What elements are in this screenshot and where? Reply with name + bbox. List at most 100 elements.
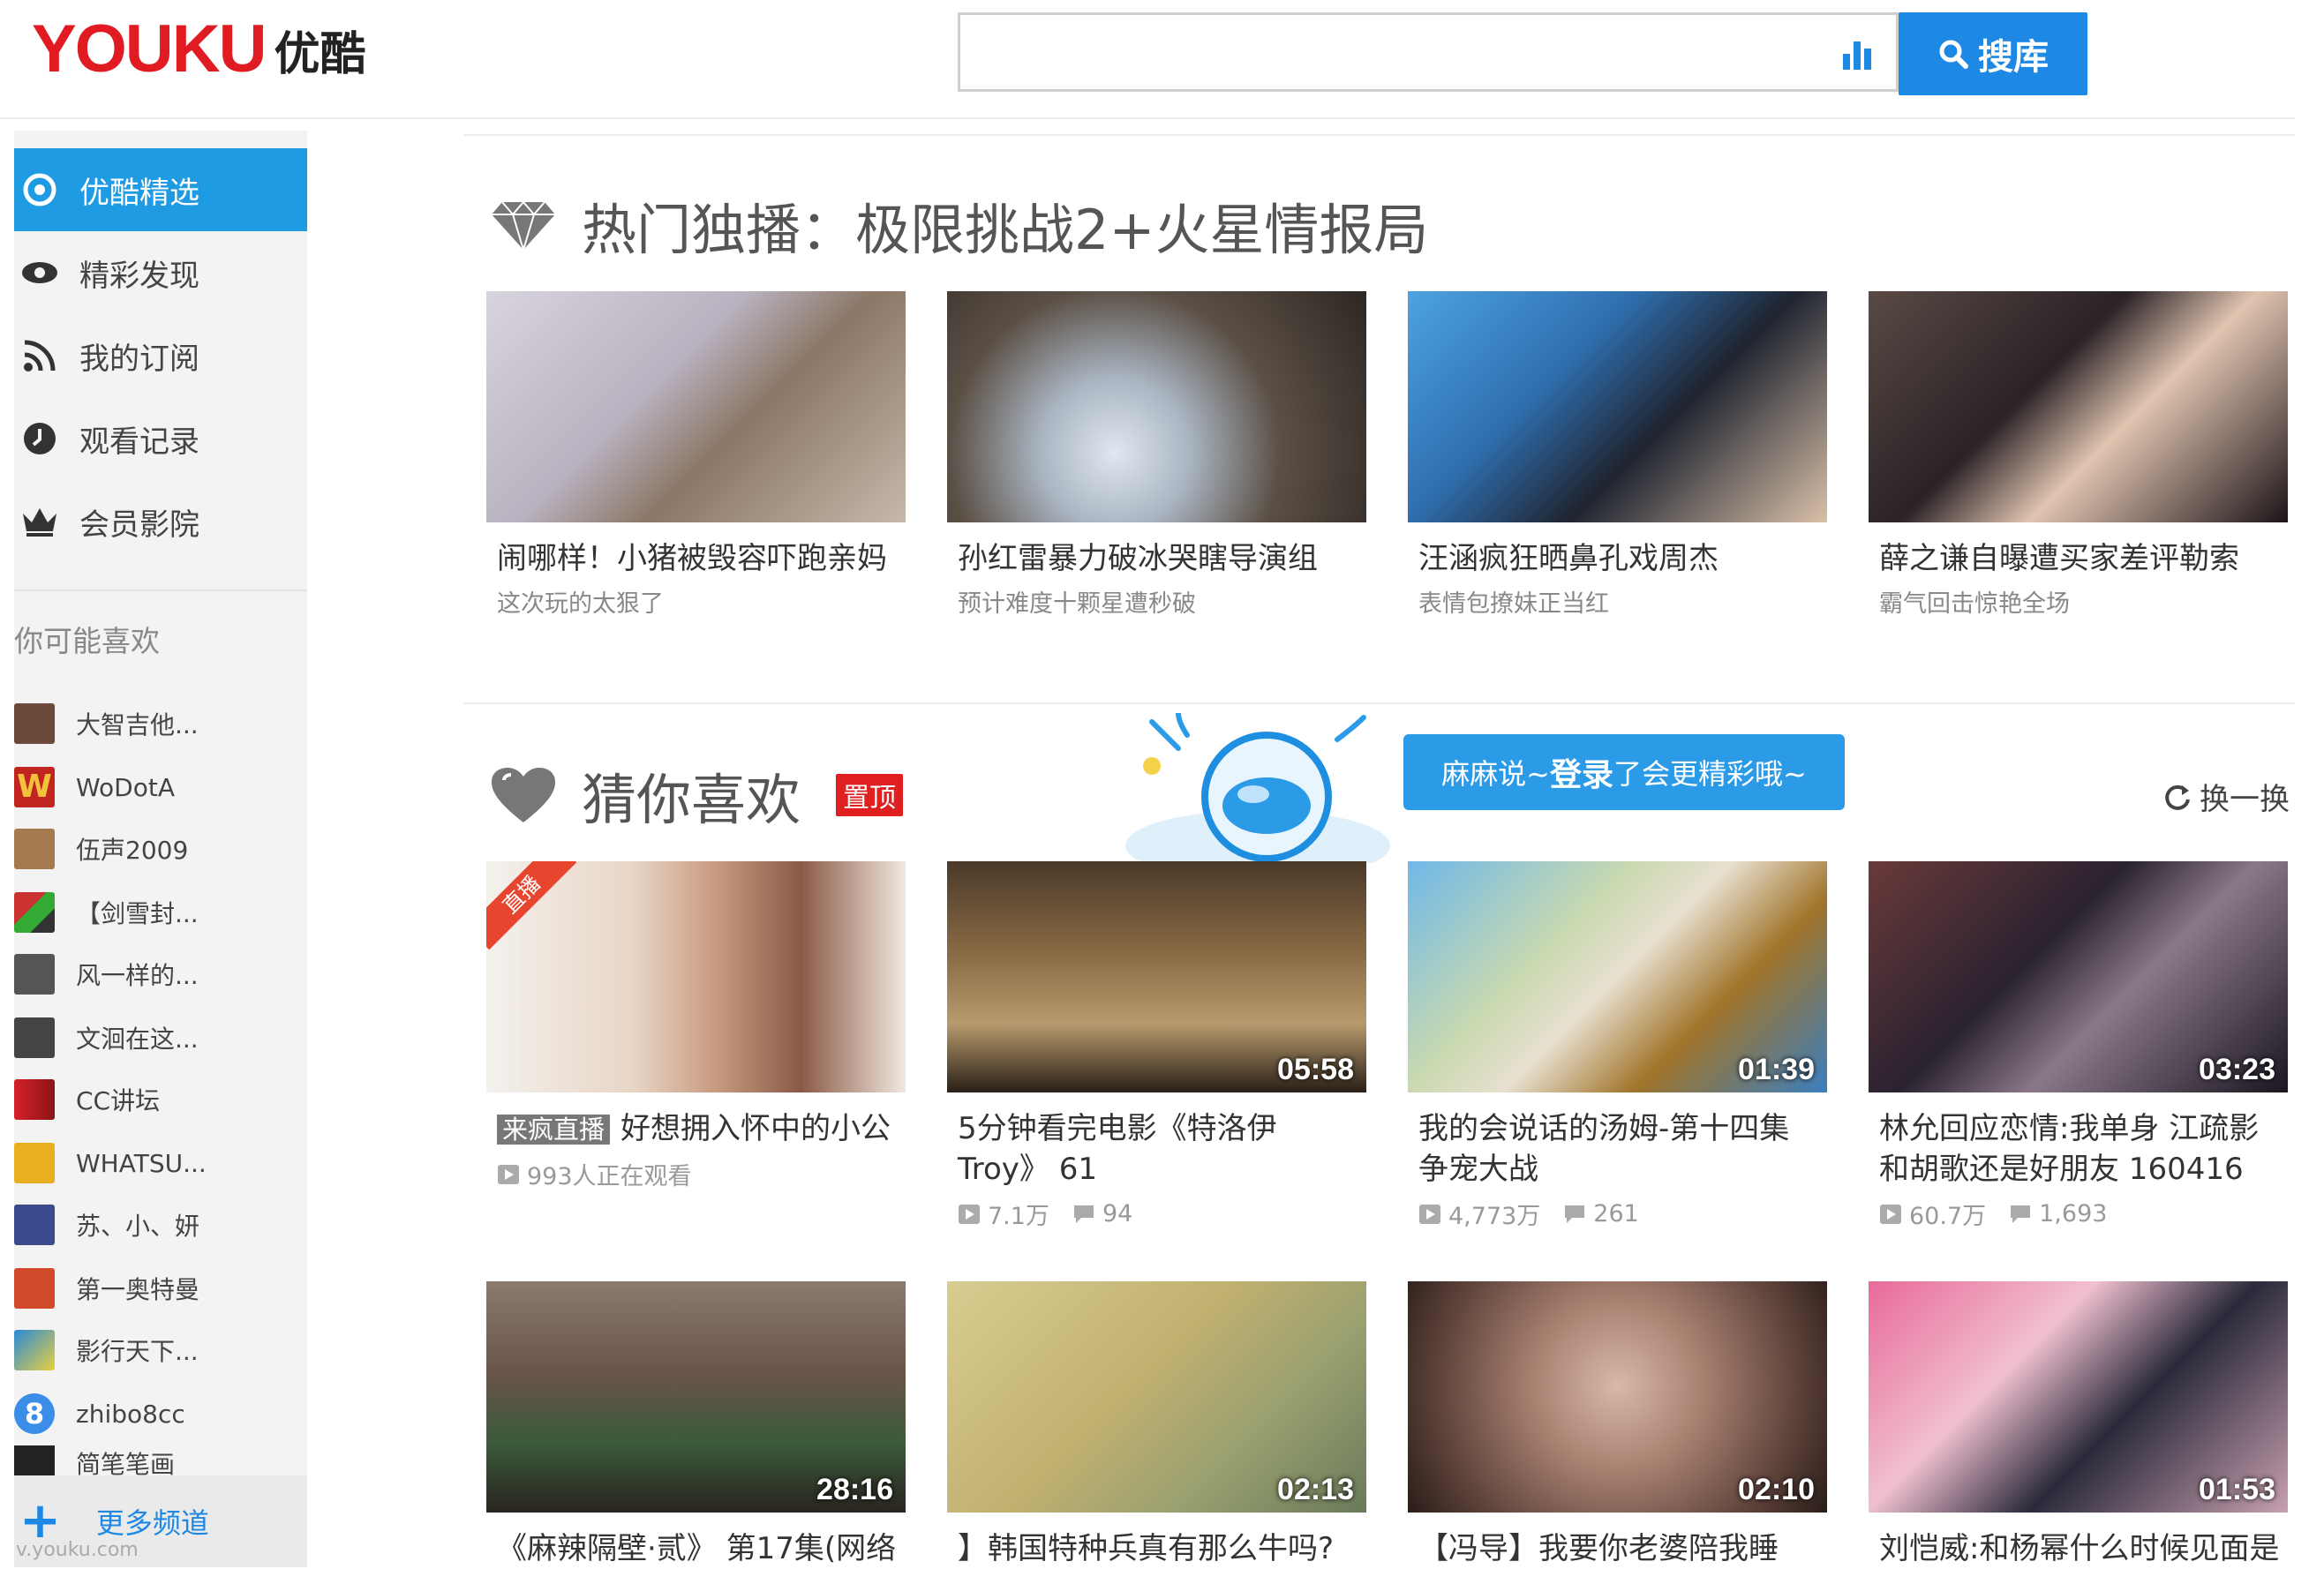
video-title-row[interactable]: 来疯直播 好想拥入怀中的小公 <box>486 1108 903 1150</box>
channel-item[interactable]: W WoDotA <box>14 762 175 812</box>
pinned-badge: 置顶 <box>836 774 904 816</box>
video-thumbnail[interactable]: 28:16 <box>486 1281 906 1513</box>
video-subtitle: 表情包撩妹正当红 <box>1418 590 1609 618</box>
video-title[interactable]: 《麻辣隔壁·贰》 第17集(网络 <box>486 1528 903 1569</box>
play-count: 7.1万 <box>988 1203 1049 1230</box>
channel-item[interactable]: 大智吉他... <box>14 699 199 748</box>
search-button-label: 搜库 <box>1978 37 2049 78</box>
video-stats: 4,773万 261 <box>1408 1197 1827 1231</box>
video-thumbnail[interactable]: 05:58 <box>947 861 1366 1092</box>
video-thumbnail[interactable] <box>1869 291 2288 522</box>
video-card[interactable]: 05:58 5分钟看完电影《特洛伊 Troy》 61 7.1万 94 <box>947 861 1366 1231</box>
channel-item[interactable]: WHATSU... <box>14 1138 207 1188</box>
video-card[interactable]: 28:16 《麻辣隔壁·贰》 第17集(网络 <box>486 1281 906 1569</box>
video-title[interactable]: 好想拥入怀中的小公 <box>620 1111 891 1146</box>
video-title[interactable]: 5分钟看完电影《特洛伊 Troy》 61 <box>947 1108 1364 1190</box>
section-title-text: 热门独播：极限挑战2+火星情报局 <box>582 198 1429 262</box>
video-title[interactable]: 林允回应恋情:我单身 江疏影和胡歌还是好朋友 160416 <box>1869 1108 2285 1190</box>
channel-item[interactable]: 苏、小、妍 <box>14 1200 199 1250</box>
voice-search-icon[interactable] <box>1841 38 1876 70</box>
video-card[interactable]: 汪涵疯狂晒鼻孔戏周杰 表情包撩妹正当红 <box>1408 291 1827 619</box>
video-title[interactable]: 刘恺威:和杨幂什么时候见面是 <box>1869 1528 2285 1569</box>
channel-item[interactable]: 文洄在这... <box>14 1013 199 1062</box>
video-card[interactable]: 闹哪样！小猪被毁容吓跑亲妈 这次玩的太狠了 <box>486 291 906 619</box>
video-title[interactable]: 薛之谦自曝遭买家差评勒索 <box>1869 538 2285 579</box>
comment-count: 94 <box>1102 1200 1133 1227</box>
search-button[interactable]: 搜库 <box>1899 12 2087 95</box>
video-thumbnail[interactable] <box>1408 291 1827 522</box>
nav-item-label: 会员影院 <box>79 507 199 543</box>
channel-name: WoDotA <box>76 772 175 802</box>
video-title[interactable]: 汪涵疯狂晒鼻孔戏周杰 <box>1408 538 1824 579</box>
channel-item[interactable]: 8 zhibo8cc <box>14 1389 185 1438</box>
youku-logo[interactable]: YOUKU 优酷 <box>32 16 365 83</box>
video-card[interactable]: 02:10 【冯导】我要你老婆陪我睡 <box>1408 1281 1827 1569</box>
channel-name: zhibo8cc <box>76 1399 185 1429</box>
nav-item-label: 观看记录 <box>79 424 199 460</box>
refresh-button[interactable]: 换一换 <box>2162 775 2290 818</box>
video-card[interactable]: 01:39 我的会说话的汤姆-第十四集 争宠大战 4,773万 261 <box>1408 861 1827 1231</box>
nav-item-label: 我的订阅 <box>79 341 199 377</box>
video-title[interactable]: 】韩国特种兵真有那么牛吗? <box>947 1528 1364 1569</box>
channel-avatar <box>14 1143 55 1183</box>
video-card[interactable]: 01:53 刘恺威:和杨幂什么时候见面是 <box>1869 1281 2288 1569</box>
sidebar: 优酷精选 精彩发现 我的订阅 观看记录 会员影院 你可能喜欢 大智吉他... W… <box>14 131 307 1567</box>
channel-name: 苏、小、妍 <box>76 1212 200 1241</box>
video-card[interactable]: 孙红雷暴力破冰哭瞎导演组 预计难度十颗星遭秒破 <box>947 291 1366 619</box>
video-thumbnail[interactable]: 02:10 <box>1408 1281 1827 1513</box>
channel-avatar <box>14 1079 55 1120</box>
comment-icon <box>1073 1205 1094 1223</box>
diamond-icon <box>492 200 555 251</box>
login-bubble[interactable]: 麻麻说~ 登录 了会更精彩哦~ <box>1403 734 1845 810</box>
video-card[interactable]: 薛之谦自曝遭买家差评勒索 霸气回击惊艳全场 <box>1869 291 2288 619</box>
video-thumbnail[interactable]: 01:53 <box>1869 1281 2288 1513</box>
eye-icon <box>19 252 60 293</box>
play-count-icon <box>1880 1204 1901 1224</box>
channel-item[interactable]: 伍声2009 <box>14 824 188 874</box>
mascot-icon <box>1125 713 1390 863</box>
video-title[interactable]: 【冯导】我要你老婆陪我睡 <box>1408 1528 1824 1569</box>
video-title[interactable]: 我的会说话的汤姆-第十四集 争宠大战 <box>1408 1108 1824 1190</box>
video-thumbnail[interactable]: 01:39 <box>1408 861 1827 1092</box>
video-card[interactable]: 直播 来疯直播 好想拥入怀中的小公 993人正在观看 <box>486 861 906 1191</box>
nav-item-subscriptions[interactable]: 我的订阅 <box>14 314 307 397</box>
video-card[interactable]: 02:13 】韩国特种兵真有那么牛吗? <box>947 1281 1366 1569</box>
video-thumbnail[interactable]: 直播 <box>486 861 906 1092</box>
video-title[interactable]: 孙红雷暴力破冰哭瞎导演组 <box>947 538 1364 579</box>
video-card[interactable]: 03:23 林允回应恋情:我单身 江疏影和胡歌还是好朋友 160416 60.7… <box>1869 861 2288 1231</box>
comment-icon <box>2011 1205 2031 1223</box>
video-thumbnail[interactable]: 02:13 <box>947 1281 1366 1513</box>
channel-name: WHATSU... <box>76 1148 207 1178</box>
search-icon <box>1939 40 1968 69</box>
heart-icon <box>492 768 555 822</box>
channel-avatar <box>14 1205 55 1245</box>
channel-name: 【剑雪封... <box>76 899 199 928</box>
video-thumbnail[interactable] <box>486 291 906 522</box>
channel-avatar <box>14 892 55 933</box>
login-prompt: 麻麻说~ 登录 了会更精彩哦~ <box>1125 713 1849 863</box>
search-input[interactable] <box>958 12 1899 92</box>
nav-item-discover[interactable]: 精彩发现 <box>14 231 307 314</box>
video-title[interactable]: 闹哪样！小猪被毁容吓跑亲妈 <box>486 538 903 579</box>
nav-item-featured[interactable]: 优酷精选 <box>14 148 307 231</box>
channel-avatar <box>14 954 55 995</box>
video-subtitle: 这次玩的太狠了 <box>497 590 664 618</box>
login-link[interactable]: 登录 <box>1550 749 1613 795</box>
channel-item[interactable]: 影行天下... <box>14 1325 199 1375</box>
channel-avatar <box>14 1017 55 1058</box>
channel-item[interactable]: 第一奥特曼 <box>14 1264 199 1313</box>
channel-item[interactable]: CC讲坛 <box>14 1075 160 1124</box>
channel-item[interactable]: 风一样的... <box>14 950 199 999</box>
video-duration: 28:16 <box>816 1473 893 1506</box>
channel-name: 第一奥特曼 <box>76 1275 200 1304</box>
bubble-text-post: 了会更精彩哦~ <box>1613 757 1807 791</box>
video-duration: 01:53 <box>2199 1473 2275 1506</box>
video-duration: 03:23 <box>2199 1053 2275 1086</box>
nav-item-vip-cinema[interactable]: 会员影院 <box>14 480 307 563</box>
viewers-count: 993人正在观看 <box>527 1163 692 1190</box>
nav-item-history[interactable]: 观看记录 <box>14 397 307 480</box>
video-thumbnail[interactable] <box>947 291 1366 522</box>
refresh-label: 换一换 <box>2200 782 2290 817</box>
video-thumbnail[interactable]: 03:23 <box>1869 861 2288 1092</box>
channel-item[interactable]: 【剑雪封... <box>14 888 199 937</box>
